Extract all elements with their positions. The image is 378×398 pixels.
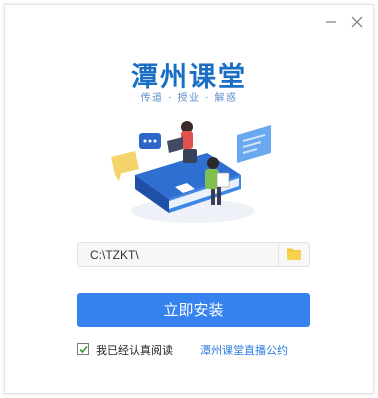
agree-label: 我已经认真阅读 (96, 344, 173, 357)
install-path-value[interactable]: C:\TZKT\ (90, 243, 139, 267)
minimize-icon (326, 21, 336, 23)
check-icon (79, 345, 88, 354)
close-icon (351, 16, 363, 28)
install-path-field[interactable]: C:\TZKT\ (77, 242, 310, 267)
installer-window: 潭州课堂 传道 · 授业 · 解惑 C:\TZKT\ 立即安装 我已经认真阅读 … (4, 4, 374, 394)
agree-checkbox[interactable] (77, 343, 89, 355)
install-now-button[interactable]: 立即安装 (77, 293, 310, 327)
chat-bubble-blue-icon (139, 133, 161, 149)
person-laptop-icon (167, 121, 197, 163)
screen-panel-icon (237, 125, 271, 163)
minimize-button[interactable] (324, 15, 338, 29)
browse-folder-button[interactable] (279, 243, 310, 266)
hero-illustration (111, 121, 271, 223)
app-slogan: 传道 · 授业 · 解惑 (140, 93, 238, 104)
close-button[interactable] (350, 15, 364, 29)
folder-icon (287, 248, 301, 260)
chat-bubble-yellow-icon (111, 151, 139, 181)
convention-link[interactable]: 潭州课堂直播公约 (200, 342, 288, 358)
